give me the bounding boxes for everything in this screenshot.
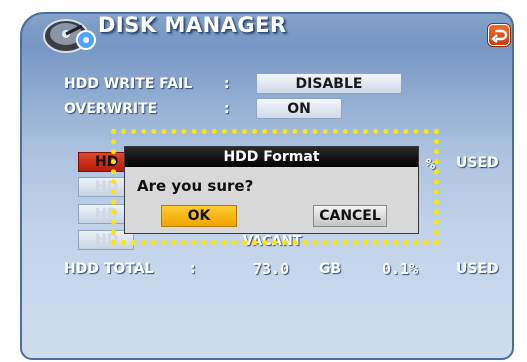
back-button[interactable] bbox=[488, 24, 510, 46]
hdd-total-percent: 0.1% bbox=[382, 260, 419, 278]
hdd-write-fail-separator: : bbox=[224, 76, 230, 92]
overwrite-select[interactable]: ON bbox=[256, 98, 342, 119]
hdd-write-fail-label: HDD WRITE FAIL bbox=[64, 76, 193, 92]
hard-disk-gear-icon bbox=[43, 19, 96, 53]
hdd-used-label: USED bbox=[456, 155, 499, 171]
hdd-total-label: HDD TOTAL bbox=[64, 261, 154, 277]
overwrite-label: OVERWRITE bbox=[64, 101, 158, 117]
hdd-total-unit: GB bbox=[319, 261, 342, 277]
page-title: DISK MANAGER bbox=[98, 13, 287, 37]
overwrite-separator: : bbox=[224, 101, 230, 117]
hdd-total-separator: : bbox=[190, 261, 196, 277]
hdd-write-fail-select[interactable]: DISABLE bbox=[256, 73, 402, 94]
hdd-total-size: 73.0 bbox=[253, 260, 290, 278]
hdd-total-used-label: USED bbox=[456, 261, 499, 277]
return-arrow-icon bbox=[491, 29, 508, 43]
focus-highlight bbox=[111, 129, 439, 245]
